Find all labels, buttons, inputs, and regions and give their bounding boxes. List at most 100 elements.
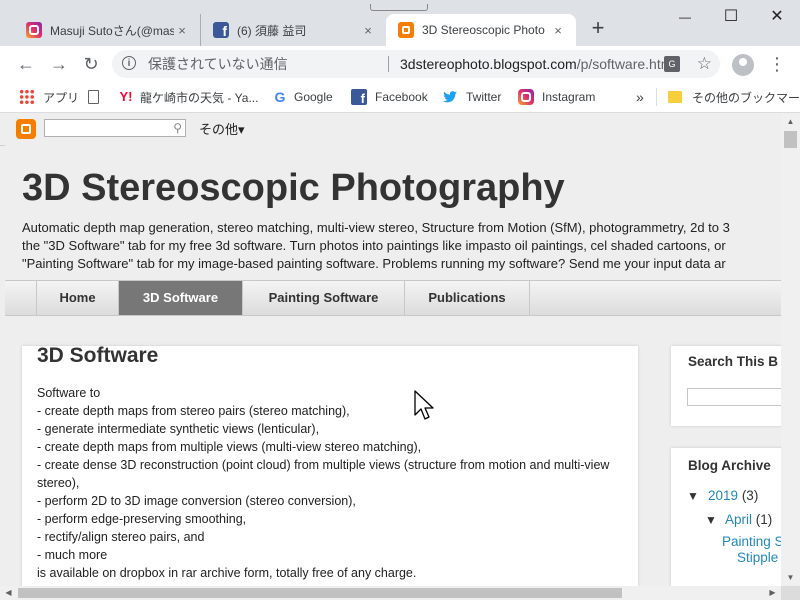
browser-toolbar: ← → ↻ i 保護されていない通信 3dstereophoto.blogspo… xyxy=(0,46,800,82)
translate-icon[interactable]: G xyxy=(664,56,680,72)
arrow-right-icon: → xyxy=(50,54,68,74)
profile-avatar[interactable] xyxy=(732,54,754,76)
bookmarks-overflow-button[interactable]: » xyxy=(636,82,644,112)
tab-3d-software[interactable]: 3D Software xyxy=(118,281,242,315)
minimize-button[interactable]: — xyxy=(662,0,708,34)
description-line: the "3D Software" tab for my free 3d sof… xyxy=(22,238,726,253)
description-line: Automatic depth map generation, stereo m… xyxy=(22,220,730,235)
post-line: - create depth maps from multiple views … xyxy=(37,440,422,454)
url-host: 3dstereophoto.blogspot.com xyxy=(400,56,577,72)
post-title: 3D Software xyxy=(37,344,159,367)
folder-icon xyxy=(668,91,682,103)
bookmark-label: Twitter xyxy=(466,90,502,104)
maximize-icon: ☐ xyxy=(723,8,739,25)
divider xyxy=(656,88,657,106)
reload-icon: ↻ xyxy=(83,54,99,74)
post-line: - rectify/align stereo pairs, and xyxy=(37,530,205,544)
url-text: 3dstereophoto.blogspot.com/p/software.ht… xyxy=(400,50,676,78)
bookmark-apps[interactable]: アプリ xyxy=(19,82,79,112)
sidebar-search-input[interactable] xyxy=(687,388,781,406)
search-widget-title: Search This B xyxy=(688,354,779,369)
forward-button[interactable]: → xyxy=(47,52,71,76)
post-line: - create dense 3D reconstruction (point … xyxy=(37,458,610,490)
bookmark-twitter[interactable]: Twitter xyxy=(442,82,501,112)
bookmark-instagram[interactable]: Instagram xyxy=(518,82,595,112)
blogger-icon[interactable] xyxy=(16,119,36,139)
tab-close-icon[interactable]: × xyxy=(360,23,376,38)
post-line: - perform 2D to 3D image conversion (ste… xyxy=(37,494,356,508)
instagram-icon xyxy=(26,22,42,38)
archive-year-link[interactable]: 2019 (3) xyxy=(708,488,758,503)
bookmark-blank[interactable] xyxy=(88,82,107,112)
close-window-button[interactable]: ✕ xyxy=(754,0,800,34)
archive-post-link[interactable]: Stipple xyxy=(737,550,778,565)
tab-close-icon[interactable]: × xyxy=(550,23,566,38)
description-line: "Painting Software" tab for my image-bas… xyxy=(22,256,726,271)
tab-publications[interactable]: Publications xyxy=(404,281,530,315)
security-status: 保護されていない通信 xyxy=(148,56,288,72)
bookmarks-bar: アプリ Y! 龍ケ崎市の天気 - Ya... G Google f Facebo… xyxy=(0,82,800,113)
tab-3d-stereoscopic-photo[interactable]: 3D Stereoscopic Photo × xyxy=(386,14,576,46)
other-bookmarks-folder[interactable]: その他のブックマーク xyxy=(668,82,800,112)
post-line: - much more xyxy=(37,548,108,562)
more-menu-button[interactable]: その他▾ xyxy=(199,119,245,138)
minimize-icon: — xyxy=(679,10,691,24)
archive-month[interactable]: April xyxy=(725,512,752,527)
post-body: Software to - create depth maps from ste… xyxy=(37,384,617,582)
scroll-down-icon[interactable]: ▼ xyxy=(781,569,800,586)
close-icon: ✕ xyxy=(770,8,784,25)
blog-header: 3D Stereoscopic Photography Automatic de… xyxy=(5,145,781,280)
scrollbar-thumb[interactable] xyxy=(784,131,797,148)
tab-painting-software[interactable]: Painting Software xyxy=(242,281,404,315)
scrollbar-thumb[interactable] xyxy=(18,588,622,598)
info-icon[interactable]: i xyxy=(122,56,136,70)
search-widget: Search This B xyxy=(671,346,781,426)
bookmark-star-icon[interactable]: ☆ xyxy=(697,50,712,78)
bookmark-label: Instagram xyxy=(542,90,596,104)
bookmark-google[interactable]: G Google xyxy=(272,82,333,112)
archive-year[interactable]: 2019 xyxy=(708,488,738,503)
post-line: - perform edge-preserving smoothing, xyxy=(37,512,247,526)
address-bar[interactable]: i 保護されていない通信 3dstereophoto.blogspot.com/… xyxy=(112,50,720,78)
bookmark-label: その他のブックマーク xyxy=(692,90,800,105)
blank-page-icon xyxy=(88,90,99,104)
main-post: 3D Software Software to - create depth m… xyxy=(22,344,638,586)
archive-post-link[interactable]: Painting S xyxy=(722,534,781,549)
new-tab-button[interactable]: + xyxy=(586,16,610,40)
caret-down-icon[interactable]: ▼ xyxy=(687,489,699,503)
menu-kebab-icon[interactable]: ⋮ xyxy=(768,54,786,76)
tab-instagram[interactable]: Masuji Sutoさん(@masu × xyxy=(14,14,200,46)
blogger-navbar: ⚲ その他▾ xyxy=(0,113,781,146)
apps-grid-icon xyxy=(19,89,35,105)
bookmark-facebook[interactable]: f Facebook xyxy=(351,82,428,112)
search-icon[interactable]: ⚲ xyxy=(173,121,182,135)
tab-title: (6) 須藤 益司 xyxy=(237,23,307,38)
vertical-scrollbar[interactable]: ▲ ▼ xyxy=(781,113,800,586)
archive-month-link[interactable]: April (1) xyxy=(725,512,772,527)
tab-facebook[interactable]: f (6) 須藤 益司 × xyxy=(200,14,386,46)
scroll-up-icon[interactable]: ▲ xyxy=(781,113,800,130)
blog-title[interactable]: 3D Stereoscopic Photography xyxy=(22,167,565,210)
tab-close-icon[interactable]: × xyxy=(174,23,190,38)
post-line: Software to xyxy=(37,386,101,400)
scroll-left-icon[interactable]: ◀ xyxy=(0,586,17,600)
window-drag-handle[interactable] xyxy=(370,4,428,11)
blogger-icon xyxy=(398,22,414,38)
yahoo-icon: Y! xyxy=(119,89,133,104)
tab-home[interactable]: Home xyxy=(36,281,118,315)
maximize-button[interactable]: ☐ xyxy=(708,0,754,34)
post-line: - generate intermediate synthetic views … xyxy=(37,422,320,436)
blog-search-input[interactable]: ⚲ xyxy=(44,119,186,137)
url-path: /p/software.html xyxy=(576,56,676,72)
horizontal-scrollbar[interactable]: ◀ ▶ xyxy=(0,586,781,600)
caret-down-icon[interactable]: ▼ xyxy=(705,513,717,527)
reload-button[interactable]: ↻ xyxy=(79,52,103,76)
back-button[interactable]: ← xyxy=(14,52,38,76)
archive-month-count: (1) xyxy=(755,512,773,527)
bookmark-yahoo-weather[interactable]: Y! 龍ケ崎市の天気 - Ya... xyxy=(118,82,259,112)
arrow-left-icon: ← xyxy=(17,54,35,74)
scroll-right-icon[interactable]: ▶ xyxy=(764,586,781,600)
tab-title: 3D Stereoscopic Photo xyxy=(422,23,545,37)
tab-strip: Masuji Sutoさん(@masu × f (6) 須藤 益司 × 3D S… xyxy=(0,0,800,46)
divider xyxy=(388,56,389,72)
